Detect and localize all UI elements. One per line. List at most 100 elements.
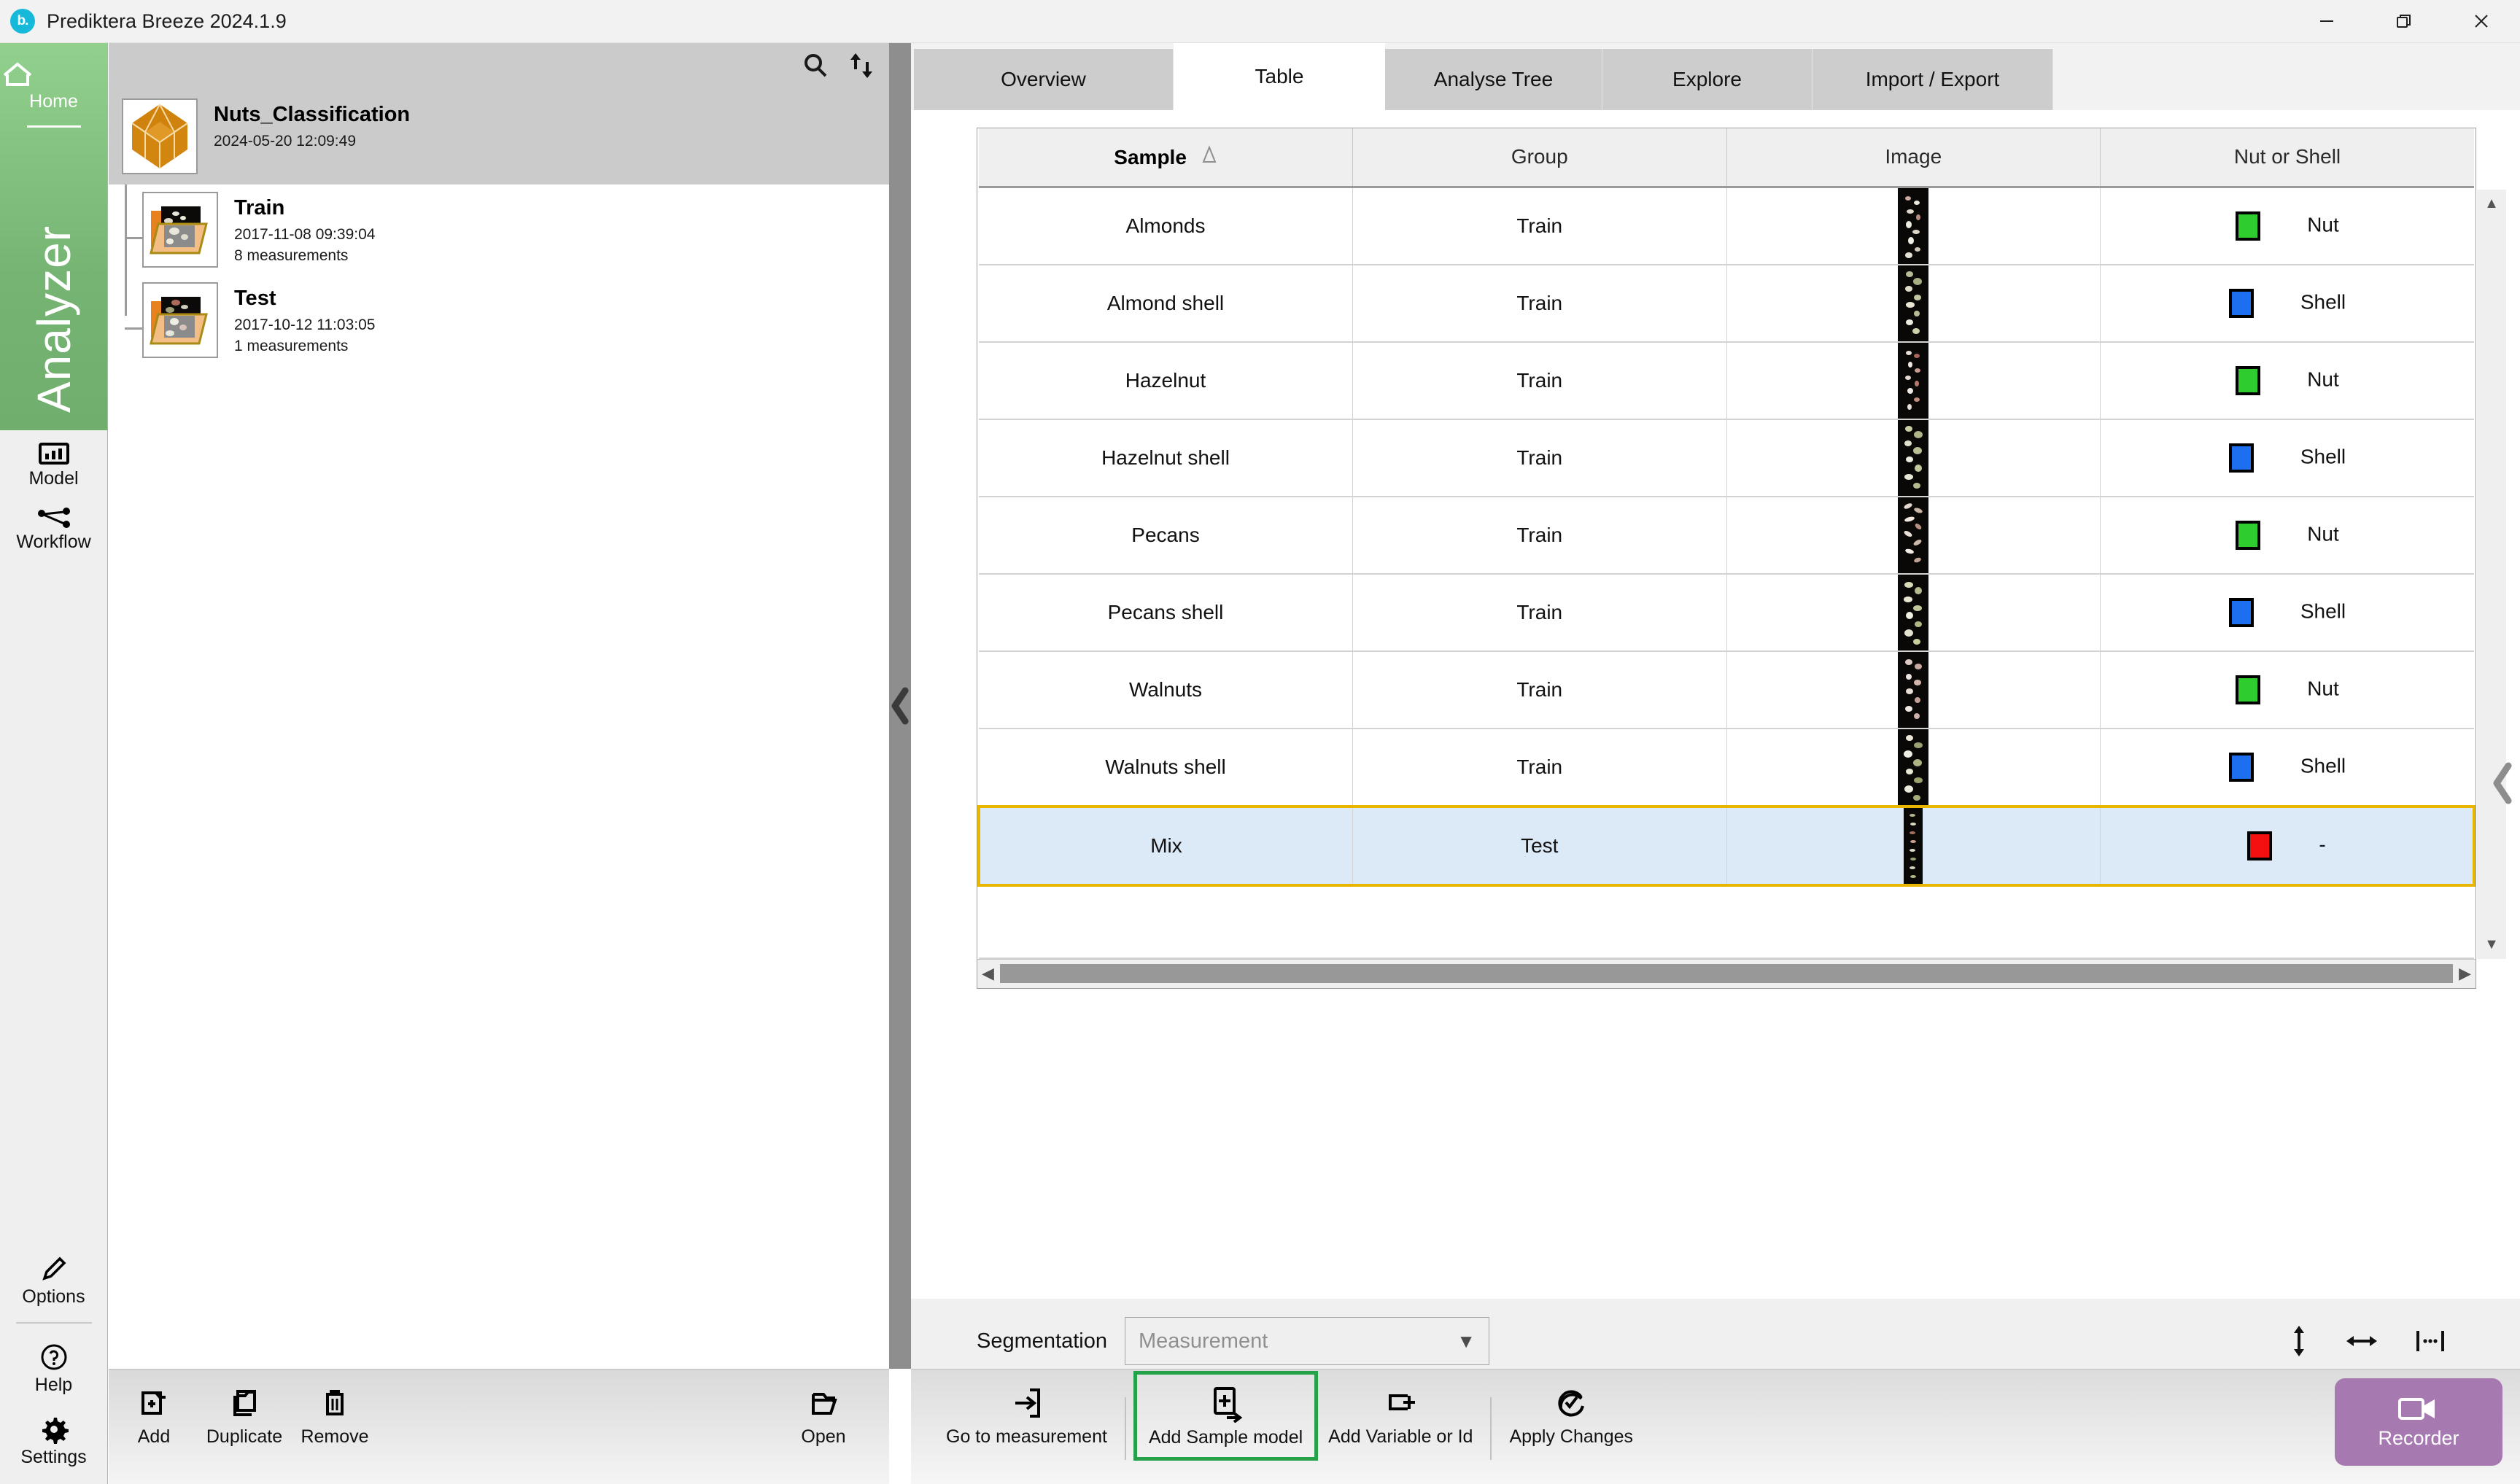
duplicate-button[interactable]: Duplicate (199, 1381, 290, 1448)
add-variable-icon (1328, 1384, 1473, 1425)
rail-help-label: Help (34, 1375, 73, 1395)
tree-test-timestamp: 2017-10-12 11:03:05 (234, 316, 376, 333)
column-header-sample[interactable]: Sample (979, 128, 1353, 188)
column-header-group[interactable]: Group (1352, 128, 1727, 188)
minimize-button[interactable] (2288, 0, 2365, 43)
cell-sample: Walnuts shell (979, 728, 1353, 807)
cell-group: Train (1352, 419, 1727, 497)
column-header-sample-label: Sample (1114, 145, 1187, 168)
table-row[interactable]: Pecans shell Train Shell (979, 573, 2474, 652)
rail-options-label: Options (22, 1286, 85, 1307)
rail-item-workflow[interactable]: Workflow (0, 497, 107, 560)
sample-thumbnail (1898, 265, 1929, 341)
duplicate-label: Duplicate (206, 1426, 283, 1447)
color-swatch (2247, 831, 2273, 861)
cell-image (1726, 804, 2101, 887)
table-vertical-scrollbar[interactable]: ▲ ▼ (2477, 190, 2506, 959)
table-horizontal-scrollbar[interactable]: ◀ ▶ (977, 958, 2476, 988)
scroll-left-icon[interactable]: ◀ (982, 964, 994, 983)
rail-item-help[interactable]: Help (0, 1331, 107, 1403)
tree-train-timestamp: 2017-11-08 09:39:04 (234, 226, 376, 243)
cell-nut-or-shell-label: Nut (2307, 212, 2339, 236)
go-to-measurement-icon (946, 1384, 1107, 1425)
cell-nut-or-shell: Nut (2100, 341, 2474, 420)
add-sample-model-button[interactable]: Add Sample model (1133, 1371, 1319, 1461)
right-panel-expand-button[interactable] (2486, 754, 2520, 812)
table-row[interactable]: Hazelnut Train Nut (979, 341, 2474, 420)
add-variable-button[interactable]: Add Variable or Id (1318, 1380, 1483, 1448)
table-body: Almonds Train Nut Almond shell Train She… (977, 187, 2476, 959)
rail-item-settings[interactable]: Settings (0, 1403, 107, 1484)
scroll-right-icon[interactable]: ▶ (2459, 964, 2471, 983)
cell-sample: Almond shell (979, 264, 1353, 343)
sort-icon[interactable] (847, 50, 876, 81)
resize-horizontal-icon[interactable] (2343, 1330, 2380, 1352)
cell-group: Train (1352, 264, 1727, 343)
apply-changes-button[interactable]: Apply Changes (1499, 1380, 1643, 1448)
open-button[interactable]: Open (778, 1381, 869, 1448)
tree-node-root[interactable]: Nuts_Classification 2024-05-20 12:09:49 (109, 88, 889, 184)
tree-train-text: Train 2017-11-08 09:39:04 8 measurements (234, 192, 375, 265)
table-row[interactable]: Almonds Train Nut (979, 187, 2474, 265)
fit-width-icon[interactable] (2414, 1326, 2447, 1356)
table-row[interactable]: Hazelnut shell Train Shell (979, 419, 2474, 497)
segmentation-value: Measurement (1138, 1329, 1268, 1353)
restore-button[interactable] (2365, 0, 2443, 43)
rail-item-model[interactable]: Model (0, 430, 107, 497)
table-row[interactable]: Walnuts shell Train Shell (979, 728, 2474, 807)
toolbar-separator (1124, 1397, 1126, 1460)
cell-group: Train (1352, 650, 1727, 729)
add-sample-model-label: Add Sample model (1148, 1427, 1303, 1448)
close-button[interactable] (2443, 0, 2520, 43)
resize-vertical-icon[interactable] (2288, 1323, 2310, 1359)
rail-item-options[interactable]: Options (0, 1243, 107, 1315)
tab-explore[interactable]: Explore (1602, 49, 1813, 110)
chevron-left-icon[interactable] (888, 686, 912, 726)
table-row[interactable]: Mix Test - (977, 804, 2476, 887)
remove-button[interactable]: Remove (290, 1381, 380, 1448)
segmentation-select[interactable]: Measurement ▼ (1124, 1317, 1489, 1365)
go-to-measurement-button[interactable]: Go to measurement (936, 1380, 1117, 1448)
tree-train-title: Train (234, 196, 285, 220)
folder-open-icon (778, 1386, 869, 1422)
table-row[interactable]: Walnuts Train Nut (979, 650, 2474, 729)
cell-image (1726, 728, 2101, 807)
tree-node-train[interactable]: Train 2017-11-08 09:39:04 8 measurements (125, 184, 889, 275)
tab-analyse-tree[interactable]: Analyse Tree (1385, 49, 1602, 110)
scroll-up-icon[interactable]: ▲ (2484, 195, 2499, 212)
tab-table[interactable]: Table (1174, 43, 1385, 110)
search-icon[interactable] (800, 50, 831, 81)
panel-splitter[interactable] (889, 43, 911, 1369)
cell-image (1726, 650, 2101, 729)
segmentation-label: Segmentation (977, 1329, 1107, 1353)
tree-connector-vertical (125, 184, 127, 316)
column-header-nut-or-shell[interactable]: Nut or Shell (2100, 128, 2474, 188)
add-variable-label: Add Variable or Id (1328, 1426, 1473, 1447)
scroll-down-icon[interactable]: ▼ (2484, 936, 2499, 953)
tab-overview[interactable]: Overview (914, 49, 1174, 110)
cell-nut-or-shell-label: Nut (2307, 676, 2339, 699)
tree-test-text: Test 2017-10-12 11:03:05 1 measurements (234, 282, 375, 355)
table-row[interactable]: Almond shell Train Shell (979, 264, 2474, 343)
horizontal-scroll-thumb[interactable] (999, 964, 2454, 983)
rail-item-home[interactable]: Home (0, 59, 107, 112)
color-swatch (2228, 752, 2254, 782)
table-row[interactable]: Pecans Train Nut (979, 496, 2474, 575)
column-header-image[interactable]: Image (1726, 128, 2101, 188)
tab-import-export[interactable]: Import / Export (1813, 49, 2053, 110)
tab-bar: Overview Table Analyse Tree Explore Impo… (911, 43, 2520, 110)
tree-node-test[interactable]: Test 2017-10-12 11:03:05 1 measurements (125, 275, 889, 365)
cell-nut-or-shell-label: Shell (2300, 599, 2346, 622)
home-icon (0, 59, 107, 88)
recorder-button[interactable]: Recorder (2335, 1378, 2502, 1466)
tree-connector-test (125, 327, 142, 330)
rail-product-name: Analyzer (0, 225, 107, 416)
train-thumbnail (142, 192, 218, 268)
trash-icon (290, 1386, 380, 1422)
add-button[interactable]: Add (109, 1381, 199, 1448)
table-header-row: Sample Group Image Nut or Shell (979, 128, 2474, 188)
remove-label: Remove (301, 1426, 369, 1447)
cell-sample: Almonds (979, 187, 1353, 265)
pencil-icon (0, 1253, 107, 1285)
model-icon (0, 440, 107, 467)
